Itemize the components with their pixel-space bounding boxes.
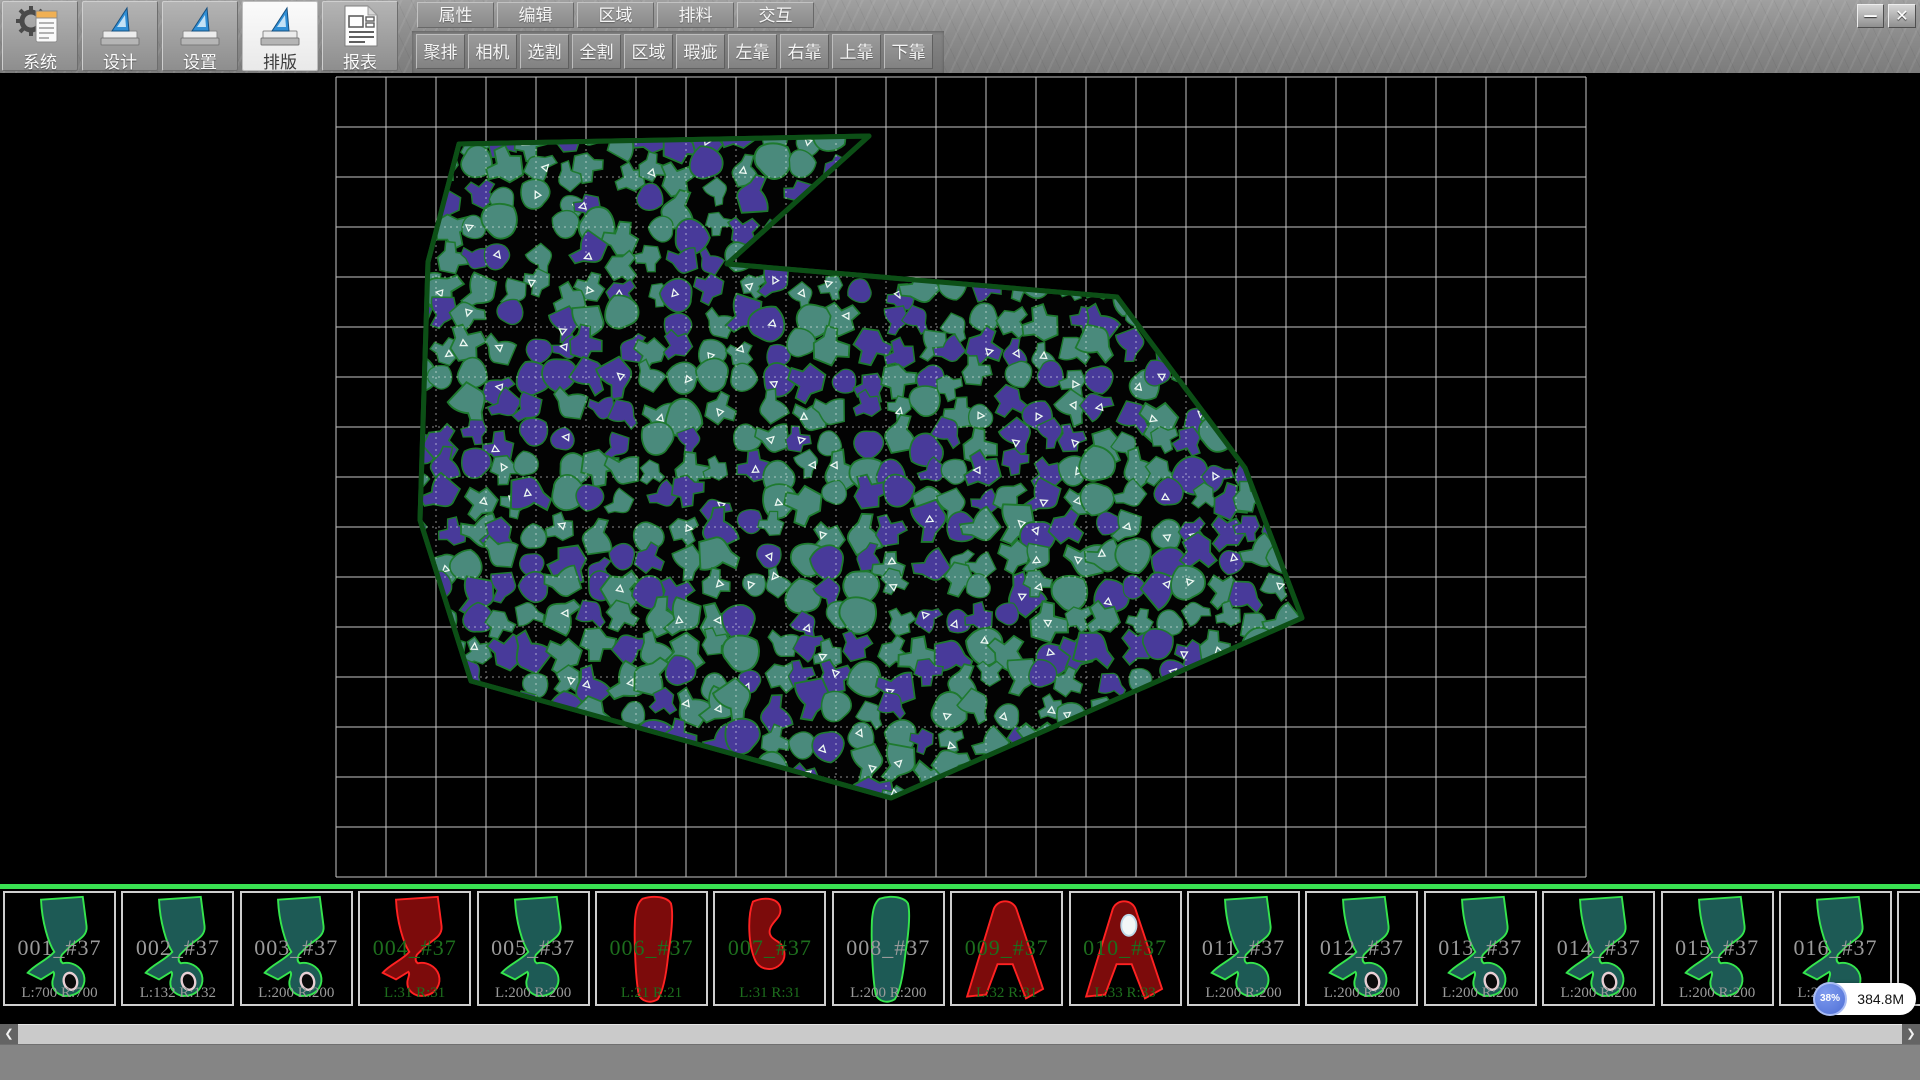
- mode-button-design[interactable]: 设计: [82, 1, 158, 71]
- piece-thumbnail-4[interactable]: 004_#37 L:31 R:31: [358, 891, 471, 1006]
- piece-lr-count-label: L:32 R:31: [952, 985, 1061, 1002]
- piece-lr-count-label: L:200 R:200: [479, 985, 588, 1002]
- piece-id-label: 012_#37: [1307, 935, 1416, 961]
- mode-button-layout[interactable]: 排版: [242, 1, 318, 71]
- action-button-3[interactable]: 全割: [572, 34, 621, 69]
- menu-item-3[interactable]: 排料: [657, 2, 734, 28]
- piece-lr-count-label: L:200 R:200: [1544, 985, 1653, 1002]
- piece-thumbnail-5[interactable]: 005_#37 L:200 R:200: [477, 891, 590, 1006]
- mode-label-settings: 设置: [163, 53, 237, 72]
- download-progress-badge[interactable]: 38%: [1813, 982, 1847, 1016]
- piece-id-label: 013_#37: [1426, 935, 1535, 961]
- status-bar: [0, 1044, 1920, 1080]
- menu-item-2[interactable]: 区域: [577, 2, 654, 28]
- nesting-canvas[interactable]: [0, 73, 1920, 884]
- action-button-1[interactable]: 相机: [468, 34, 517, 69]
- mode-button-system[interactable]: 系统: [2, 1, 78, 71]
- piece-lr-count-label: L:200 R:200: [1189, 985, 1298, 1002]
- piece-id-label: 005_#37: [479, 935, 588, 961]
- set-square-ruler-icon: [256, 4, 304, 48]
- action-button-2[interactable]: 选割: [520, 34, 569, 69]
- nesting-layout-drawing: [0, 73, 1920, 884]
- mode-label-system: 系统: [3, 53, 77, 72]
- piece-thumbnail-11[interactable]: 011_#37 L:200 R:200: [1187, 891, 1300, 1006]
- set-square-ruler-icon: [176, 4, 224, 48]
- piece-thumbnail-6[interactable]: 006_#37 L:21 R:21: [595, 891, 708, 1006]
- application-window: 系统设计设置排版报表 属性编辑区域排料交互 聚排相机选割全割区域瑕疵左靠右靠上靠…: [0, 0, 1920, 1080]
- action-button-8[interactable]: 上靠: [832, 34, 881, 69]
- menu-bar: 属性编辑区域排料交互: [417, 2, 814, 28]
- mode-button-report[interactable]: 报表: [322, 1, 398, 71]
- action-button-7[interactable]: 右靠: [780, 34, 829, 69]
- mode-toolbar: 系统设计设置排版报表: [2, 1, 398, 71]
- piece-thumbnail-2[interactable]: 002_#37 L:132 R:132: [121, 891, 234, 1006]
- pieces-strip: 001_#37 L:700 R:700 002_#37 L:132 R:132 003_…: [0, 884, 1920, 1008]
- piece-id-label: 009_#37: [952, 935, 1061, 961]
- piece-lr-count-label: L:200 R:200: [1307, 985, 1416, 1002]
- close-button[interactable]: ✕: [1888, 4, 1916, 28]
- piece-thumbnail-1[interactable]: 001_#37 L:700 R:700: [3, 891, 116, 1006]
- action-button-5[interactable]: 瑕疵: [676, 34, 725, 69]
- piece-lr-count-label: L:31 R:31: [715, 985, 824, 1002]
- piece-lr-count-label: L:200 R:200: [242, 985, 351, 1002]
- piece-id-label: 007_#37: [715, 935, 824, 961]
- menu-item-1[interactable]: 编辑: [497, 2, 574, 28]
- mode-label-design: 设计: [83, 53, 157, 72]
- strip-top-border: [0, 884, 1920, 889]
- piece-id-label: 016_#37: [1781, 935, 1890, 961]
- piece-id-label: 014_#37: [1544, 935, 1653, 961]
- piece-lr-count-label: L:132 R:132: [123, 985, 232, 1002]
- piece-id-label: 008_#37: [834, 935, 943, 961]
- action-button-9[interactable]: 下靠: [884, 34, 933, 69]
- set-square-ruler-icon: [96, 4, 144, 48]
- action-button-0[interactable]: 聚排: [416, 34, 465, 69]
- piece-thumbnail-3[interactable]: 003_#37 L:200 R:200: [240, 891, 353, 1006]
- scroll-left-button[interactable]: ❮: [0, 1024, 18, 1044]
- action-button-4[interactable]: 区域: [624, 34, 673, 69]
- piece-id-label: 010_#37: [1071, 935, 1180, 961]
- menu-item-4[interactable]: 交互: [737, 2, 814, 28]
- badge-percent-label: 38%: [1820, 993, 1840, 1004]
- mode-label-layout: 排版: [243, 53, 317, 72]
- piece-id-label: 004_#37: [360, 935, 469, 961]
- piece-lr-count-label: L:200 R:200: [1426, 985, 1535, 1002]
- action-toolbar-strip: 聚排相机选割全割区域瑕疵左靠右靠上靠下靠: [412, 31, 944, 73]
- report-document-icon: [336, 4, 384, 48]
- piece-lr-count-label: L:21 R:21: [597, 985, 706, 1002]
- piece-lr-count-label: L:200 R:200: [834, 985, 943, 1002]
- menu-item-0[interactable]: 属性: [417, 2, 494, 28]
- piece-id-label: 006_#37: [597, 935, 706, 961]
- mode-button-settings[interactable]: 设置: [162, 1, 238, 71]
- piece-thumbnail-8[interactable]: 008_#37 L:200 R:200: [832, 891, 945, 1006]
- piece-id-label: 011_#37: [1189, 935, 1298, 961]
- horizontal-scrollbar: ❮ ❯: [0, 1024, 1920, 1044]
- piece-thumbnail-7[interactable]: 007_#37 L:31 R:31: [713, 891, 826, 1006]
- scroll-track[interactable]: [18, 1024, 1902, 1044]
- piece-id-label: 002_#37: [123, 935, 232, 961]
- piece-thumbnail-15[interactable]: 015_#37 L:200 R:200: [1661, 891, 1774, 1006]
- piece-id-label: 001_#37: [5, 935, 114, 961]
- scroll-right-button[interactable]: ❯: [1902, 1024, 1920, 1044]
- piece-lr-count-label: L:31 R:31: [360, 985, 469, 1002]
- piece-id-label: 003_#37: [242, 935, 351, 961]
- minimize-button[interactable]: —: [1857, 4, 1884, 28]
- action-button-6[interactable]: 左靠: [728, 34, 777, 69]
- piece-thumbnail-13[interactable]: 013_#37 L:200 R:200: [1424, 891, 1537, 1006]
- mode-label-report: 报表: [323, 53, 397, 72]
- piece-lr-count-label: L:200 R:200: [1663, 985, 1772, 1002]
- piece-lr-count-label: L:33 R:33: [1071, 985, 1180, 1002]
- action-bar: 聚排相机选割全割区域瑕疵左靠右靠上靠下靠: [416, 34, 933, 69]
- piece-thumbnail-9[interactable]: 009_#37 L:32 R:31: [950, 891, 1063, 1006]
- piece-lr-count-label: L:700 R:700: [5, 985, 114, 1002]
- piece-thumbnail-10[interactable]: 010_#37 L:33 R:33: [1069, 891, 1182, 1006]
- piece-thumbnail-12[interactable]: 012_#37 L:200 R:200: [1305, 891, 1418, 1006]
- piece-id-label: 015_#37: [1663, 935, 1772, 961]
- piece-thumbnail-14[interactable]: 014_#37 L:200 R:200: [1542, 891, 1655, 1006]
- badge-size-label: 384.8M: [1857, 991, 1904, 1007]
- piece-hole: [1121, 915, 1136, 936]
- gear-document-icon: [16, 4, 64, 48]
- titlebar[interactable]: 系统设计设置排版报表 属性编辑区域排料交互 聚排相机选割全割区域瑕疵左靠右靠上靠…: [0, 0, 1920, 73]
